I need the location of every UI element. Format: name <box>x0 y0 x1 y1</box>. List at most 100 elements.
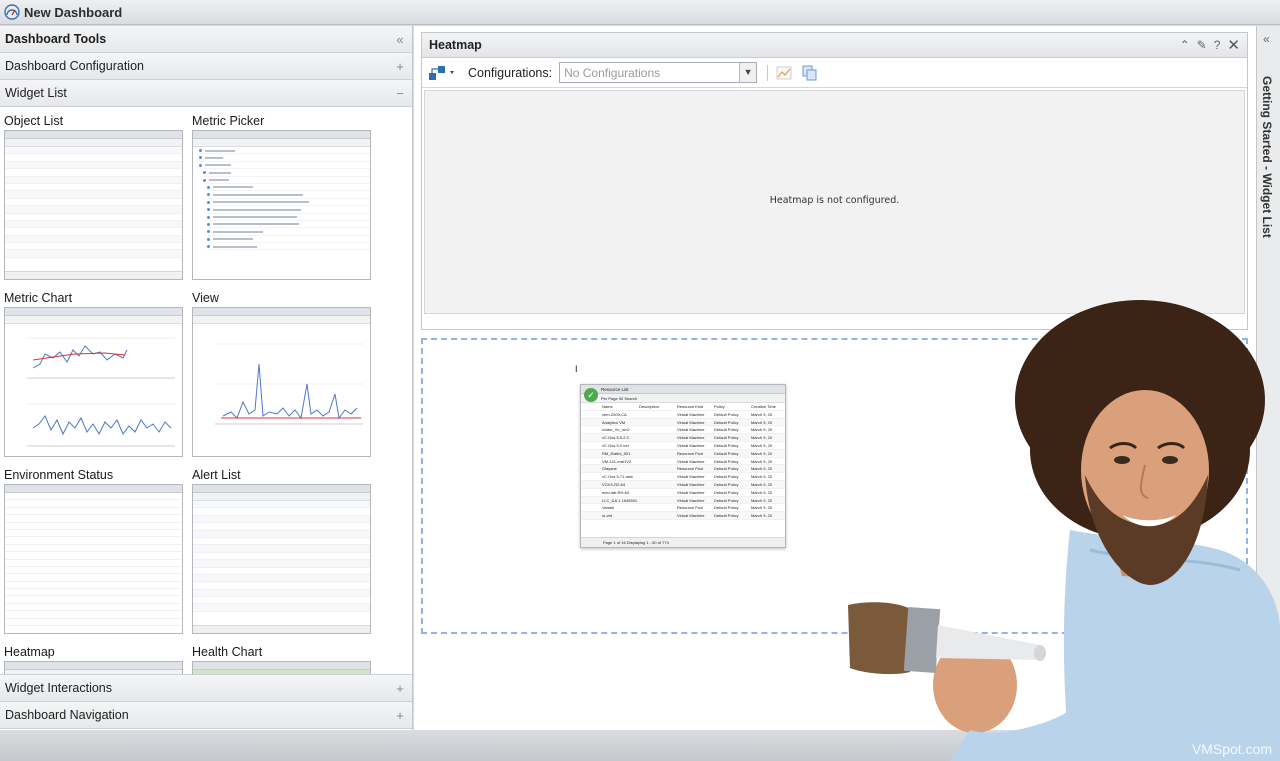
table-row[interactable]: RM_Elatini_501 Resource Pool Default Polic… <box>581 449 785 458</box>
widget-tile-metric-chart[interactable]: Metric Chart <box>4 291 184 457</box>
table-row[interactable]: vclam_Vu_run2 Virtual Machine Default Poli… <box>581 426 785 435</box>
view-chart-preview <box>215 343 363 425</box>
widget-thumbnail[interactable] <box>4 130 183 280</box>
heatmap-title: Heatmap <box>429 38 482 52</box>
table-cell: sr-vht <box>602 513 612 519</box>
table-row[interactable]: sr-vht Virtual Machine Default Policy March… <box>581 512 785 520</box>
table-cell <box>639 419 677 426</box>
heatmap-widget: Heatmap ⌃ ✎ ? ✕ Configurations: No Confi… <box>421 32 1248 330</box>
search-label: Search <box>624 396 638 401</box>
table-row[interactable]: LLC_6.6.1 1645501 Virtual Machine Default … <box>581 496 785 505</box>
getting-started-sidebar[interactable]: « Getting Started - Widget List <box>1256 26 1280 730</box>
dragged-widget-footer: Page 1 of 16 Displaying 1 - 50 of 774 <box>581 537 785 547</box>
widget-thumbnail[interactable] <box>4 661 183 674</box>
table-cell: Default Policy <box>714 505 739 511</box>
dragged-resource-list-widget[interactable]: ✓ Resource List Per Page 50 Search Name … <box>580 384 786 548</box>
widget-tile-metric-picker[interactable]: Metric Picker <box>192 114 372 280</box>
close-icon[interactable]: ✕ <box>1227 36 1240 54</box>
table-cell: ecm-lab-RH-64 <box>602 489 630 495</box>
collapse-left-icon[interactable]: « <box>393 32 407 47</box>
widget-thumbnail[interactable] <box>4 484 183 634</box>
widget-tile-heatmap[interactable]: Heatmap <box>4 645 184 674</box>
widget-thumbnail[interactable] <box>192 130 371 280</box>
section-widget-list[interactable]: Widget List − <box>0 80 412 107</box>
table-row[interactable]: vhm-2009-CA Virtual Machine Default Policy… <box>581 411 785 419</box>
table-cell: Virtual Machine <box>677 427 705 433</box>
toolbar-divider <box>767 64 769 81</box>
table-cell: March 9, 20 <box>751 505 773 511</box>
section-label: Dashboard Configuration <box>5 59 144 73</box>
widget-list: Object List Metric Picker Metric Chart V… <box>0 107 412 675</box>
chart-icon[interactable] <box>776 65 792 81</box>
widget-name: Metric Picker <box>192 114 265 128</box>
table-cell: Default Policy <box>714 513 739 519</box>
table-cell <box>639 411 677 418</box>
section-dashboard-navigation[interactable]: Dashboard Navigation + <box>0 702 412 729</box>
widget-thumbnail[interactable] <box>192 661 371 674</box>
expand-right-icon[interactable]: « <box>1263 32 1270 46</box>
table-cell: vhm-2009-CA <box>602 411 627 417</box>
table-row[interactable]: Analytics VM Virtual Machine Default Polic… <box>581 418 785 427</box>
bottom-strip <box>0 730 1280 761</box>
table-cell <box>639 489 677 496</box>
widget-name: Object List <box>4 114 64 128</box>
widget-thumbnail[interactable] <box>192 307 371 457</box>
table-cell: March 9, 20 <box>751 474 773 480</box>
expand-plus-icon[interactable]: + <box>393 708 407 723</box>
table-row[interactable]: vC.Gos 5.71-new Virtual Machine Default Po… <box>581 473 785 481</box>
table-row[interactable]: vC.Gos 5.5.2.C Virtual Machine Default Pol… <box>581 434 785 442</box>
widget-tile-health-chart[interactable]: Health Chart <box>192 645 372 674</box>
table-cell: Virtual Machine <box>677 513 705 519</box>
heatmap-body: Heatmap is not configured. <box>424 90 1245 314</box>
widget-name: Metric Chart <box>4 291 73 305</box>
column-header: Description <box>639 404 660 409</box>
copy-icon[interactable] <box>802 65 818 81</box>
table-row[interactable]: Glayane Resource Pool Default Policy March … <box>581 465 785 474</box>
configurations-select[interactable]: No Configurations ▼ <box>559 62 758 83</box>
heatmap-toolbar: Configurations: No Configurations ▼ <box>422 58 1247 88</box>
table-row[interactable]: VCKS-R2-64 Virtual Machine Default Policy M… <box>581 480 785 489</box>
dragged-widget-toolbar: Per Page 50 Search <box>581 394 785 403</box>
expand-plus-icon[interactable]: + <box>393 681 407 696</box>
hierarchy-menu-icon[interactable] <box>428 64 456 82</box>
help-icon[interactable]: ? <box>1214 38 1221 52</box>
widget-name: Alert List <box>192 468 241 482</box>
section-widget-interactions[interactable]: Widget Interactions + <box>0 675 412 702</box>
configurations-value: No Configurations <box>564 66 661 80</box>
table-row[interactable]: vC.Gos 5.0 net Virtual Machine Default Pol… <box>581 442 785 450</box>
table-cell: Default Policy <box>714 458 739 464</box>
section-dashboard-configuration[interactable]: Dashboard Configuration + <box>0 53 412 80</box>
edit-pencil-icon[interactable]: ✎ <box>1197 38 1207 52</box>
table-cell: March 9, 20 <box>751 450 773 456</box>
table-row[interactable]: VM-141-eral1V2 Virtual Machine Default Pol… <box>581 458 785 466</box>
table-cell <box>639 465 677 472</box>
column-header: Policy <box>714 404 725 409</box>
widget-thumbnail[interactable] <box>192 484 371 634</box>
collapse-up-icon[interactable]: ⌃ <box>1180 38 1190 52</box>
table-cell: March 9, 20 <box>751 427 773 433</box>
widget-tile-view[interactable]: View <box>192 291 372 457</box>
table-cell: March 9, 20 <box>751 489 773 495</box>
widget-tile-alert-list[interactable]: Alert List <box>192 468 372 634</box>
table-cell: VM-141-eral1V2 <box>602 458 632 464</box>
collapse-minus-icon[interactable]: − <box>393 86 407 101</box>
table-row[interactable]: Vamek Resource Pool Default Policy March 9,… <box>581 504 785 513</box>
table-cell <box>639 434 677 441</box>
widget-tile-environment-status[interactable]: Environment Status <box>4 468 184 634</box>
section-label: Widget Interactions <box>5 681 112 695</box>
dashboard-logo-icon <box>4 4 20 20</box>
widget-tile-object-list[interactable]: Object List <box>4 114 184 280</box>
section-label: Widget List <box>5 86 67 100</box>
getting-started-title: Getting Started - Widget List <box>1260 76 1274 238</box>
table-cell: Default Policy <box>714 450 739 456</box>
dropdown-arrow-icon[interactable]: ▼ <box>739 63 757 82</box>
column-header: Resource Kind <box>677 404 704 409</box>
table-cell: VCKS-R2-64 <box>602 481 626 487</box>
widget-thumbnail[interactable] <box>4 307 183 457</box>
table-cell: vC.Gos 5.5.2.C <box>602 435 630 441</box>
dashboard-tools-header: Dashboard Tools « <box>0 26 412 53</box>
widget-drop-zone[interactable]: I ✓ Resource List Per Page 50 Search Nam… <box>421 338 1248 634</box>
table-row[interactable]: ecm-lab-RH-64 Virtual Machine Default Poli… <box>581 489 785 497</box>
table-cell <box>639 450 677 457</box>
expand-plus-icon[interactable]: + <box>393 59 407 74</box>
